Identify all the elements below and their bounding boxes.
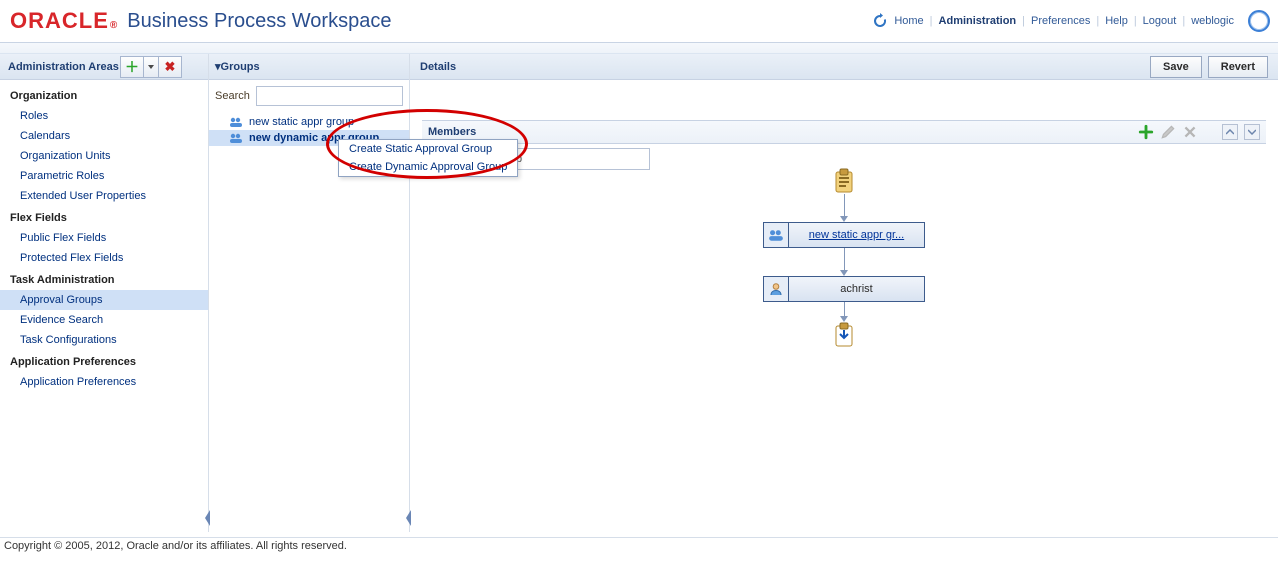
flow-node-user[interactable]: achrist [763, 276, 925, 302]
members-flow: new static appr gr... achrist [422, 144, 1266, 484]
main-layout: Administration Areas Organization Roles … [0, 54, 1278, 532]
members-label: Members [428, 126, 476, 138]
end-icon [833, 322, 855, 348]
refresh-icon[interactable] [872, 13, 888, 29]
collapse-down-button[interactable] [1244, 124, 1260, 140]
collapse-up-button[interactable] [1222, 124, 1238, 140]
groups-header: ▾ Groups [209, 54, 409, 80]
link-logout[interactable]: Logout [1143, 15, 1177, 27]
section-flex-fields: Flex Fields [0, 206, 208, 228]
edit-member-button[interactable] [1160, 124, 1176, 140]
flow-arrow-icon [840, 194, 848, 222]
nav-extended-user-properties[interactable]: Extended User Properties [0, 186, 208, 206]
revert-button[interactable]: Revert [1208, 56, 1268, 78]
details-header: Details Save Revert [410, 54, 1278, 80]
app-title: Business Process Workspace [127, 10, 391, 33]
nav-parametric-roles[interactable]: Parametric Roles [0, 166, 208, 186]
section-application-preferences: Application Preferences [0, 350, 208, 372]
nav-protected-flex-fields[interactable]: Protected Flex Fields [0, 248, 208, 268]
create-group-dropdown: Create Static Approval Group Create Dyna… [338, 139, 518, 177]
group-item-static[interactable]: new static appr group [209, 114, 409, 130]
create-static-group-option[interactable]: Create Static Approval Group [339, 140, 517, 158]
nav-organization-units[interactable]: Organization Units [0, 146, 208, 166]
group-item-label: new static appr group [249, 116, 354, 128]
group-icon [764, 223, 789, 247]
groups-toolbar: ＋ ✖ [120, 54, 182, 79]
members-tools [1138, 124, 1260, 140]
flow-node-user-label: achrist [789, 283, 924, 295]
brand-logo: ORACLE® [10, 8, 117, 34]
section-organization: Organization [0, 84, 208, 106]
brand-text: ORACLE [10, 8, 109, 34]
add-group-button[interactable]: ＋ [120, 56, 144, 78]
sidebar-nav: Organization Roles Calendars Organizatio… [0, 80, 208, 396]
caret-down-icon [148, 65, 154, 69]
groups-title: Groups [221, 61, 260, 73]
brand-ring-icon [1248, 10, 1270, 32]
details-panel: Details Save Revert Members [410, 54, 1278, 532]
revert-button-label: Revert [1221, 61, 1255, 73]
delete-group-button[interactable]: ✖ [158, 56, 182, 78]
nav-calendars[interactable]: Calendars [0, 126, 208, 146]
flow-arrow-icon [840, 248, 848, 276]
brand-reg-icon: ® [110, 20, 117, 31]
start-icon [833, 168, 855, 194]
link-preferences[interactable]: Preferences [1031, 15, 1090, 27]
remove-member-button[interactable] [1182, 124, 1198, 140]
nav-roles[interactable]: Roles [0, 106, 208, 126]
sidebar-title-label: Administration Areas [8, 61, 119, 73]
group-icon [229, 116, 243, 128]
nav-application-preferences[interactable]: Application Preferences [0, 372, 208, 392]
sidebar: Administration Areas Organization Roles … [0, 54, 209, 532]
section-task-administration: Task Administration [0, 268, 208, 290]
nav-approval-groups[interactable]: Approval Groups [0, 290, 208, 310]
save-button-label: Save [1163, 61, 1189, 73]
create-dynamic-group-option[interactable]: Create Dynamic Approval Group [339, 158, 517, 176]
link-user[interactable]: weblogic [1191, 15, 1234, 27]
group-icon [229, 132, 243, 144]
user-icon [764, 277, 789, 301]
nav-task-configurations[interactable]: Task Configurations [0, 330, 208, 350]
search-label: Search [215, 90, 250, 102]
add-group-dropdown-toggle[interactable] [143, 56, 159, 78]
header-substrip [0, 43, 1278, 54]
flow-node-group-label: new static appr gr... [789, 229, 924, 241]
groups-panel: ▾ Groups Search new static appr group ne… [209, 54, 410, 532]
link-administration[interactable]: Administration [939, 15, 1017, 27]
nav-public-flex-fields[interactable]: Public Flex Fields [0, 228, 208, 248]
add-member-button[interactable] [1138, 124, 1154, 140]
footer: Copyright © 2005, 2012, Oracle and/or it… [0, 537, 1278, 562]
link-help[interactable]: Help [1105, 15, 1128, 27]
flow-node-group[interactable]: new static appr gr... [763, 222, 925, 248]
header-links: Home| Administration| Preferences| Help|… [872, 10, 1270, 32]
members-header: Members [422, 120, 1266, 144]
plus-icon: ＋ [125, 60, 139, 74]
link-home[interactable]: Home [894, 15, 923, 27]
app-header: ORACLE® Business Process Workspace Home|… [0, 0, 1278, 43]
search-input[interactable] [256, 86, 403, 106]
groups-search-row: Search [209, 80, 409, 112]
nav-evidence-search[interactable]: Evidence Search [0, 310, 208, 330]
flow-arrow-icon [840, 302, 848, 322]
flow-group-link[interactable]: new static appr gr... [809, 229, 904, 241]
copyright-text: Copyright © 2005, 2012, Oracle and/or it… [4, 540, 347, 552]
save-button[interactable]: Save [1150, 56, 1202, 78]
details-actions: Save Revert [1150, 56, 1268, 78]
details-title: Details [420, 61, 456, 73]
x-icon: ✖ [165, 60, 176, 73]
